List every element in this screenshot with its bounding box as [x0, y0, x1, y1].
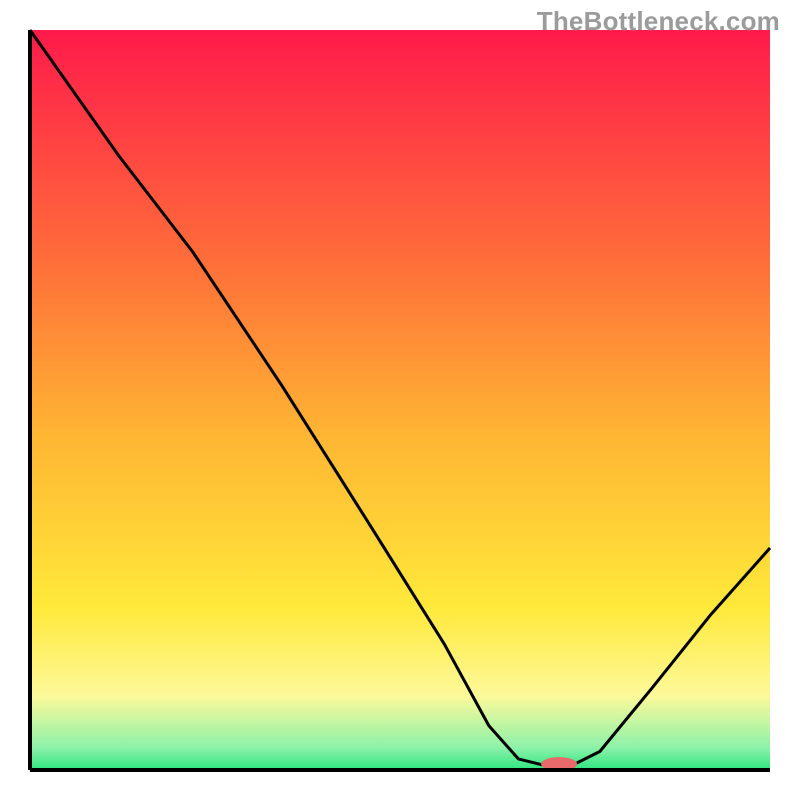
- watermark-text: TheBottleneck.com: [537, 6, 780, 37]
- chart-container: TheBottleneck.com: [0, 0, 800, 800]
- plot-background: [30, 30, 770, 770]
- bottleneck-chart: [0, 0, 800, 800]
